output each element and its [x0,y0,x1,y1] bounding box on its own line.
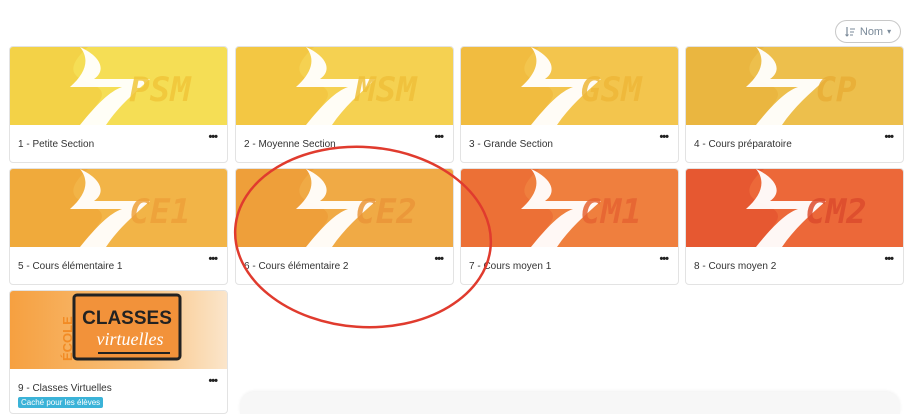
chevron-down-icon: ▾ [887,27,892,36]
course-title: 3 - Grande Section [469,139,553,150]
course-banner: CM1 [461,169,678,247]
course-title: 1 - Petite Section [18,139,95,150]
course-card-cp[interactable]: CP 4 - Cours préparatoire ••• [685,46,904,163]
course-code: MSM [354,70,418,110]
course-card-cm1[interactable]: CM1 7 - Cours moyen 1 ••• [460,168,679,285]
more-icon[interactable]: ••• [434,254,444,265]
sort-icon [845,26,856,37]
page-footer-shadow [240,392,900,414]
course-banner: PSM [10,47,227,125]
course-title: 6 - Cours élémentaire 2 [244,261,349,272]
course-card-msm[interactable]: MSM 2 - Moyenne Section ••• [235,46,454,163]
more-icon[interactable]: ••• [659,132,669,143]
more-icon[interactable]: ••• [208,132,218,143]
course-title: 5 - Cours élémentaire 1 [18,261,123,272]
course-card-psm[interactable]: PSM 1 - Petite Section ••• [9,46,228,163]
course-banner: GSM [461,47,678,125]
course-banner: ÉCOLE CLASSES virtuelles [10,291,227,369]
more-icon[interactable]: ••• [434,132,444,143]
more-icon[interactable]: ••• [659,254,669,265]
course-code: CM1 [580,192,641,232]
course-banner: CE2 [236,169,453,247]
course-card-ce2[interactable]: CE2 6 - Cours élémentaire 2 ••• [235,168,454,285]
hidden-status-badge: Caché pour les élèves [18,397,104,408]
more-icon[interactable]: ••• [208,376,218,387]
course-code: CE2 [355,192,416,232]
course-card-cm2[interactable]: CM2 8 - Cours moyen 2 ••• [685,168,904,285]
more-icon[interactable]: ••• [884,132,894,143]
logo-virtuelles: virtuelles [97,329,164,349]
course-card-classes-virtuelles[interactable]: ÉCOLE CLASSES virtuelles 9 - Classes Vir… [9,290,228,414]
course-title: 2 - Moyenne Section [244,139,336,150]
course-code: CE1 [129,192,190,232]
course-banner: CM2 [686,169,903,247]
sort-label: Nom [859,25,884,38]
course-code: GSM [580,70,643,110]
course-title: 7 - Cours moyen 1 [469,261,552,272]
course-banner: MSM [236,47,453,125]
more-icon[interactable]: ••• [884,254,894,265]
course-code: PSM [129,70,192,110]
course-title: 4 - Cours préparatoire [694,139,792,150]
course-banner: CE1 [10,169,227,247]
sort-dropdown-button[interactable]: Nom ▾ [835,20,901,43]
logo-classes: CLASSES [82,308,172,329]
course-card-gsm[interactable]: GSM 3 - Grande Section ••• [460,46,679,163]
course-card-ce1[interactable]: CE1 5 - Cours élémentaire 1 ••• [9,168,228,285]
course-title: 9 - Classes Virtuelles [18,383,112,394]
course-code: CP [816,70,857,110]
more-icon[interactable]: ••• [208,254,218,265]
course-banner: CP [686,47,903,125]
course-code: CM2 [805,192,866,232]
course-title: 8 - Cours moyen 2 [694,261,777,272]
